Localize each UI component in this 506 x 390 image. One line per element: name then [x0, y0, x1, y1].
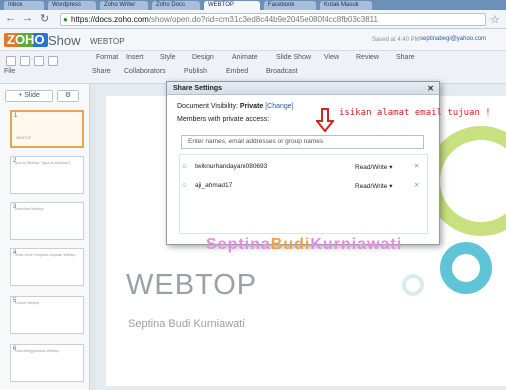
permission-dropdown[interactable]: Read/Write ▾ — [355, 163, 392, 171]
author-watermark: SeptinaBudiKurniawati — [206, 236, 402, 254]
embed-button[interactable]: Embed — [226, 68, 248, 75]
annotation-hint: isikan alamat email tujuan ! — [339, 108, 491, 118]
reload-icon[interactable]: ↻ — [40, 12, 49, 25]
slide-thumb-text: Contoh Webtop — [15, 301, 40, 305]
redo-icon[interactable] — [48, 56, 58, 66]
watermark-part: Kurniawati — [310, 236, 403, 253]
new-slide-icon[interactable] — [6, 56, 16, 66]
lock-icon: ● — [63, 15, 68, 24]
slide-thumbnail[interactable]: 6 Cara Menggunakan Webtop — [10, 344, 84, 382]
slide-options-button[interactable]: ⚙ — [57, 90, 79, 102]
visibility-label: Document Visibility: — [177, 103, 238, 110]
broadcast-button[interactable]: Broadcast — [266, 68, 298, 75]
close-icon[interactable]: ✕ — [427, 82, 434, 95]
slide-thumb-text: WEBTOP — [16, 136, 32, 140]
slide-thumb-text: Cara Menggunakan Webtop — [15, 349, 59, 353]
url-path: /show/open.do?rid=cm31c3ed8c44b9e2045e08… — [148, 15, 378, 24]
browser-tab-active[interactable]: WEBTOP — [204, 1, 260, 10]
publish-button[interactable]: Publish — [184, 68, 207, 75]
share-settings-dialog: Share Settings ✕ Document Visibility: Pr… — [166, 81, 440, 245]
menu-style[interactable]: Style — [160, 54, 176, 61]
browser-tab[interactable]: Kotak Masuk — [320, 1, 372, 10]
menu-slide-show[interactable]: Slide Show — [276, 54, 311, 61]
slide-thumb-text: Kelebihan Webtop — [15, 207, 44, 211]
permission-value: Read/Write — [355, 183, 388, 190]
saved-status: Saved at 4:40 PM — [372, 37, 420, 43]
add-slide-button[interactable]: + Slide — [5, 90, 53, 102]
back-icon[interactable]: ← — [5, 12, 16, 24]
members-label: Members with private access: — [177, 116, 270, 123]
menu-animate[interactable]: Animate — [232, 54, 258, 61]
slide-thumbnail[interactable]: 1 WEBTOP — [10, 110, 84, 148]
collaborators-button[interactable]: Collaborators — [124, 68, 166, 75]
remove-member-icon[interactable]: ✕ — [414, 181, 419, 189]
slide-thumb-text: Apa itu Webtop? (Apa itu Desktop?) — [15, 161, 71, 165]
slide-subtitle: Septina Budi Kurniawati — [128, 318, 245, 330]
bookmark-star-icon[interactable]: ☆ — [490, 13, 500, 26]
invite-input[interactable]: Enter names, email addresses or group na… — [181, 135, 424, 149]
member-row: ☺ aji_ahmad17 Read/Write ▾ ✕ — [181, 180, 424, 194]
menu-share[interactable]: Share — [396, 54, 415, 61]
user-email-link[interactable]: septinabegi@yahoo.com — [420, 36, 486, 42]
browser-tab[interactable]: Zoho Writer — [100, 1, 148, 10]
member-name: aji_ahmad17 — [195, 182, 233, 189]
visibility-value: Private — [239, 103, 264, 110]
undo-icon[interactable] — [34, 56, 44, 66]
toolbar: Format Insert Style Design Animate Slide… — [0, 51, 506, 84]
file-menu-button[interactable]: File — [4, 68, 15, 75]
slide-thumbnail[interactable]: 2 Apa itu Webtop? (Apa itu Desktop?) — [10, 156, 84, 194]
menu-format[interactable]: Format — [96, 54, 118, 61]
url-field[interactable]: ● https://docs.zoho.com/show/open.do?rid… — [60, 13, 486, 26]
decorative-circle — [402, 274, 424, 296]
open-icon[interactable] — [20, 56, 30, 66]
browser-tab[interactable]: Wordpress — [48, 1, 96, 10]
decorative-circle — [440, 242, 492, 294]
app-name: Show — [48, 33, 81, 48]
person-icon: ☺ — [181, 163, 188, 170]
slide-number: 1 — [14, 113, 18, 119]
forward-icon[interactable]: → — [22, 12, 33, 24]
menu-view[interactable]: View — [324, 54, 339, 61]
permission-dropdown[interactable]: Read/Write ▾ — [355, 182, 392, 190]
menu-design[interactable]: Design — [192, 54, 214, 61]
member-row: ☺ twiknurhandayani080693 Read/Write ▾ ✕ — [181, 161, 424, 175]
watermark-part: Septina — [206, 236, 271, 253]
down-arrow-annotation-icon — [316, 108, 334, 132]
slide-thumbnail[interactable]: 4 Jenis-Jenis Penyedia Layanan Webtop — [10, 248, 84, 286]
dialog-header: Share Settings ✕ — [167, 82, 439, 95]
permission-value: Read/Write — [355, 164, 388, 171]
share-button[interactable]: Share — [92, 68, 111, 75]
address-bar-area: ← → ↻ ● https://docs.zoho.com/show/open.… — [0, 10, 506, 29]
dialog-title: Share Settings — [173, 85, 223, 92]
menu-insert[interactable]: Insert — [126, 54, 144, 61]
remove-member-icon[interactable]: ✕ — [414, 162, 419, 170]
change-visibility-link[interactable]: [Change] — [265, 103, 293, 110]
zoho-logo: ZOHO — [4, 33, 48, 47]
app-header: ZOHO Show WEBTOP Saved at 4:40 PM septin… — [0, 29, 506, 51]
slide-thumbnail-pane: + Slide ⚙ 1 WEBTOP 2 Apa itu Webtop? (Ap… — [0, 84, 90, 390]
slide-thumbnail[interactable]: 5 Contoh Webtop — [10, 296, 84, 334]
browser-tab[interactable]: Inbox — [4, 1, 44, 10]
slide-thumb-text: Jenis-Jenis Penyedia Layanan Webtop — [15, 253, 76, 257]
url-host: https://docs.zoho.com — [71, 15, 149, 24]
watermark-part: Budi — [270, 236, 311, 253]
member-name: twiknurhandayani080693 — [195, 163, 268, 170]
visibility-line: Document Visibility: Private [Change] — [177, 103, 294, 110]
browser-tab[interactable]: Zoho Docs — [152, 1, 200, 10]
browser-tab[interactable]: Facebook — [264, 1, 316, 10]
person-icon: ☺ — [181, 182, 188, 189]
browser-tab-strip: Inbox Wordpress Zoho Writer Zoho Docs WE… — [0, 0, 506, 10]
slide-thumbnail[interactable]: 3 Kelebihan Webtop — [10, 202, 84, 240]
slide-title: WEBTOP — [126, 269, 258, 301]
document-name[interactable]: WEBTOP — [90, 37, 125, 46]
menu-review[interactable]: Review — [356, 54, 379, 61]
